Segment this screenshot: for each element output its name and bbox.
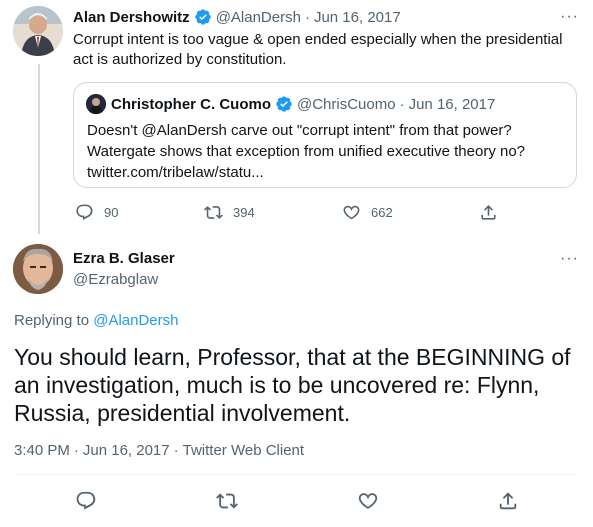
quote-text-line: twitter.com/tribelaw/statu... (87, 164, 264, 181)
avatar-christopher-cuomo[interactable] (86, 94, 106, 114)
reply-icon (76, 491, 96, 510)
tweet-time[interactable]: 3:40 PM (14, 441, 70, 461)
replying-to-link[interactable]: @AlanDersh (93, 312, 178, 329)
share-button[interactable] (479, 203, 498, 222)
retweet-icon (216, 493, 238, 509)
reply-button[interactable] (75, 490, 97, 512)
avatar-ezra-glaser[interactable] (13, 244, 63, 294)
quote-text-line: Watergate shows that exception from unif… (87, 143, 526, 160)
verified-badge-icon (275, 95, 293, 113)
separator: · (304, 8, 310, 26)
main-tweet-text-line: Russia, presidential involvement. (14, 400, 351, 426)
retweet-icon (204, 206, 223, 219)
thread-line (38, 64, 40, 234)
main-tweet-text-line: You should learn, Professor, that at the… (14, 344, 571, 370)
quote-header: Christopher C. Cuomo @ChrisCuomo · Jun 1… (111, 94, 495, 114)
retweet-count: 394 (233, 205, 255, 220)
replying-to: Replying to @AlanDersh (14, 311, 178, 331)
reply-icon (76, 204, 93, 220)
main-tweet-text: You should learn, Professor, that at the… (14, 343, 579, 427)
tweet-metadata: 3:40 PM · Jun 16, 2017 · Twitter Web Cli… (14, 441, 304, 461)
tweet-date[interactable]: Jun 16, 2017 (314, 9, 401, 26)
avatar-alan-dershowitz[interactable] (13, 6, 63, 56)
divider (16, 474, 577, 475)
tweet-date[interactable]: Jun 16, 2017 (83, 441, 170, 461)
tweet-text-line: Corrupt intent is too vague & open ended… (73, 31, 563, 48)
quote-text-line: Doesn't @AlanDersh carve out "corrupt in… (87, 122, 512, 139)
quote-date: Jun 16, 2017 (408, 95, 496, 113)
like-button[interactable] (357, 490, 379, 512)
main-tweet-text-line: an investigation, much is to be uncovere… (14, 372, 540, 398)
like-button[interactable]: 662 (342, 203, 393, 222)
verified-badge-icon (194, 8, 212, 26)
replying-prefix: Replying to (14, 312, 90, 329)
reply-count: 90 (104, 205, 119, 220)
quote-author-name: Christopher C. Cuomo (111, 95, 271, 113)
quote-text: Doesn't @AlanDersh carve out "corrupt in… (87, 120, 567, 183)
separator: · (73, 442, 79, 459)
reply-button[interactable]: 90 (75, 203, 118, 222)
author-handle[interactable]: @Ezrabglaw (73, 270, 158, 290)
tweet-source[interactable]: Twitter Web Client (183, 441, 304, 461)
like-icon (343, 205, 360, 220)
separator: · (399, 95, 405, 113)
retweet-button[interactable] (216, 490, 238, 512)
author-name[interactable]: Ezra B. Glaser (73, 249, 175, 269)
author-handle[interactable]: @AlanDersh (216, 9, 301, 26)
tweet-text: Corrupt intent is too vague & open ended… (73, 30, 578, 70)
author-name[interactable]: Alan Dershowitz (73, 9, 190, 26)
more-icon[interactable]: ··· (560, 9, 579, 25)
tweet-text-line: act is authorized by constitution. (73, 51, 287, 68)
like-icon (358, 493, 378, 509)
more-icon[interactable]: ··· (560, 251, 579, 267)
separator: · (173, 442, 179, 459)
share-icon (499, 492, 517, 510)
share-icon (481, 205, 496, 220)
parent-tweet-header: Alan Dershowitz @AlanDersh · Jun 16, 201… (73, 7, 401, 27)
like-count: 662 (371, 205, 393, 220)
retweet-button[interactable]: 394 (204, 203, 255, 222)
quote-handle: @ChrisCuomo (297, 95, 396, 113)
share-button[interactable] (497, 490, 519, 512)
